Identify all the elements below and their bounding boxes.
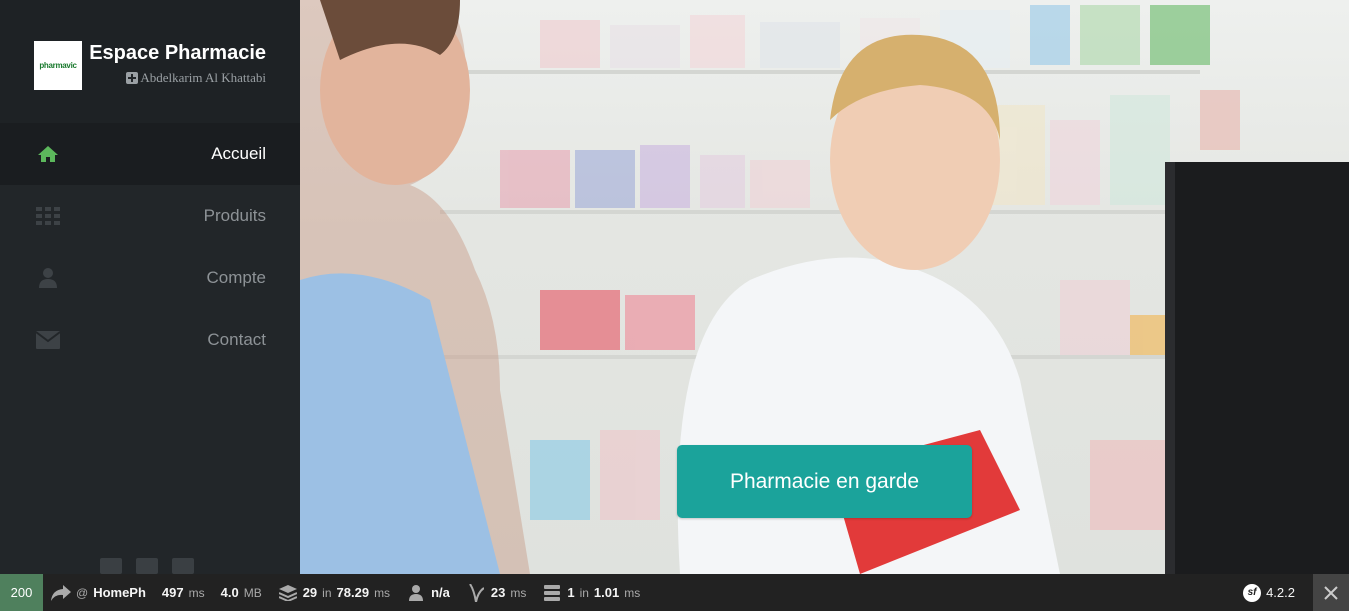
pharmacy-logo[interactable]: pharmavic: [34, 41, 82, 90]
sidebar-item-label: Contact: [207, 330, 266, 349]
memory-info[interactable]: 4.0 MB: [213, 574, 270, 611]
time-value: 497: [161, 585, 184, 600]
status-code[interactable]: 200: [0, 574, 43, 611]
twig-unit: ms: [510, 585, 527, 600]
forms-info[interactable]: 29 in 78.29 ms: [270, 574, 398, 611]
user-name: Abdelkarim Al Khattabi: [126, 70, 266, 86]
security-user: n/a: [431, 585, 450, 600]
route-at: @: [76, 585, 89, 600]
sidebar: pharmavic Espace Pharmacie Abdelkarim Al…: [0, 0, 300, 574]
route-name: HomePh: [93, 585, 146, 600]
sidebar-item-accueil[interactable]: Accueil: [0, 123, 300, 185]
forward-arrow-icon: [51, 584, 71, 602]
person-icon: [406, 584, 426, 602]
memory-unit: MB: [243, 585, 262, 600]
db-unit: ms: [624, 585, 641, 600]
time-info[interactable]: 497 ms: [154, 574, 213, 611]
user-name-text: Abdelkarim Al Khattabi: [140, 70, 266, 85]
hero-banner: Pharmacie en garde: [300, 0, 1349, 574]
db-time: 1.01: [593, 585, 620, 600]
grid-icon: [36, 205, 60, 227]
time-unit: ms: [188, 585, 205, 600]
twig-value: 23: [490, 585, 506, 600]
route-info[interactable]: @ HomePh: [43, 574, 154, 611]
symfony-logo-icon: sf: [1243, 583, 1262, 602]
twig-icon: [466, 583, 486, 602]
sidebar-item-produits[interactable]: Produits: [0, 185, 300, 247]
version-text: 4.2.2: [1266, 585, 1295, 600]
forms-unit: ms: [374, 585, 391, 600]
sidebar-item-compte[interactable]: Compte: [0, 247, 300, 309]
brand-header: pharmavic Espace Pharmacie Abdelkarim Al…: [0, 0, 300, 123]
debug-toolbar: 200 @ HomePh 497 ms 4.0 MB 29 in 78.29 m…: [0, 574, 1349, 611]
facebook-icon[interactable]: [100, 558, 122, 574]
home-icon: [36, 143, 60, 165]
symfony-version[interactable]: sf 4.2.2: [1235, 574, 1303, 611]
db-in: in: [579, 585, 589, 600]
security-info[interactable]: n/a: [398, 574, 458, 611]
sidebar-nav: Accueil Produits Compte Contact: [0, 123, 300, 371]
twig-info[interactable]: 23 ms: [458, 574, 534, 611]
sidebar-item-label: Compte: [206, 268, 266, 287]
layers-icon: [278, 584, 298, 602]
sidebar-item-label: Accueil: [211, 144, 266, 163]
db-count: 1: [567, 585, 575, 600]
toolbar-right: sf 4.2.2: [1235, 574, 1349, 611]
forms-in: in: [322, 585, 332, 600]
pharmacie-en-garde-button[interactable]: Pharmacie en garde: [677, 445, 972, 518]
envelope-icon: [36, 329, 60, 351]
database-info[interactable]: 1 in 1.01 ms: [534, 574, 648, 611]
mail-icon[interactable]: [136, 558, 158, 574]
close-toolbar-button[interactable]: [1313, 574, 1349, 611]
close-icon: [1324, 585, 1338, 600]
forms-time: 78.29: [336, 585, 370, 600]
social-links: [100, 558, 194, 574]
share-icon[interactable]: [172, 558, 194, 574]
memory-value: 4.0: [220, 585, 239, 600]
logo-text: pharmavic: [39, 61, 77, 70]
computer-monitor: [1165, 162, 1349, 574]
sidebar-item-label: Produits: [203, 206, 266, 225]
user-icon: [36, 267, 60, 289]
sidebar-item-contact[interactable]: Contact: [0, 309, 300, 371]
plus-square-icon: [126, 72, 139, 84]
brand-title: Espace Pharmacie: [89, 42, 266, 64]
forms-count: 29: [302, 585, 318, 600]
database-icon: [542, 584, 562, 602]
